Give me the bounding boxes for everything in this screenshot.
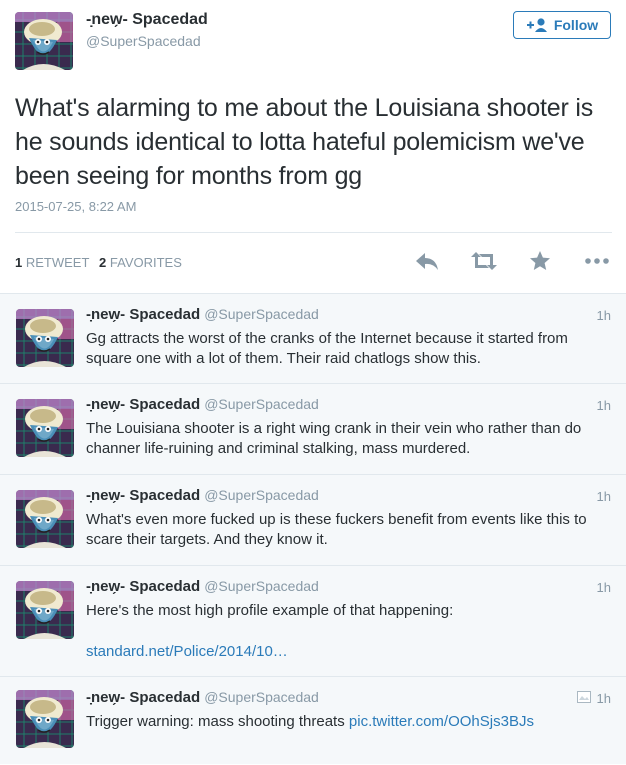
author-handle[interactable]: @SuperSpacedad [86,33,201,49]
follow-label: Follow [553,17,599,33]
main-tweet: -̣new̗- Spacedad @SuperSpacedad Follow W… [0,0,626,293]
reply-tweet[interactable]: -̣new̗- Spacedad @SuperSpacedad 1h Trigge… [0,676,626,765]
reply-time[interactable]: 1h [597,580,611,595]
reply-avatar[interactable] [16,490,74,548]
reply-author-handle: @SuperSpacedad [204,487,319,503]
reply-author-handle: @SuperSpacedad [204,306,319,322]
retweet-icon[interactable] [470,250,498,272]
reply-author[interactable]: -̣new̗- Spacedad @SuperSpacedad [86,396,319,413]
retweet-stat-label: RETWEET [25,255,90,270]
reply-time[interactable]: 1h [597,489,611,504]
tweet-timestamp[interactable]: 2015-07-25, 8:22 AM [15,199,136,214]
reply-author[interactable]: -̣new̗- Spacedad @SuperSpacedad [86,306,319,323]
reply-text: Gg attracts the worst of the cranks of t… [86,330,568,367]
retweet-stat[interactable]: 1 RETWEET [15,255,89,270]
author-name[interactable]: -̣new̗- Spacedad [86,11,208,29]
favorite-stat-label: FAVORITES [109,255,182,270]
reply-author-name: -̣new̗- Spacedad [86,396,201,413]
reply-text: The Louisiana shooter is a right wing cr… [86,420,582,457]
reply-time[interactable]: 1h [597,398,611,413]
reply-author[interactable]: -̣new̗- Spacedad @SuperSpacedad [86,578,319,595]
reply-author[interactable]: -̣new̗- Spacedad @SuperSpacedad [86,487,319,504]
tweet-text: What's alarming to me about the Louisian… [15,94,594,190]
favorite-stat[interactable]: 2 FAVORITES [99,255,182,270]
reply-author-name: -̣new̗- Spacedad [86,306,201,323]
reply-text-line: Trigger warning: mass shooting threats p… [86,712,614,732]
reply-link[interactable]: standard.net/Police/2014/10… [86,642,614,662]
reply-avatar[interactable] [16,309,74,367]
more-icon[interactable] [584,250,612,272]
reply-author-handle: @SuperSpacedad [204,689,319,705]
reply-icon[interactable] [414,250,440,272]
photo-icon [576,691,591,706]
reply-tweet[interactable]: -̣new̗- Spacedad @SuperSpacedad 1h Gg att… [0,293,626,384]
reply-text: What's even more fucked up is these fuck… [86,511,587,548]
reply-author-handle: @SuperSpacedad [204,396,319,412]
reply-text: Trigger warning: mass shooting threats [86,713,349,730]
reply-author-name: -̣new̗- Spacedad [86,689,201,706]
reply-author-name: -̣new̗- Spacedad [86,487,201,504]
favorite-count: 2 [99,255,107,270]
divider [15,232,612,233]
reply-tweet[interactable]: -̣new̗- Spacedad @SuperSpacedad 1h What's… [0,474,626,566]
reply-avatar[interactable] [16,581,74,639]
follow-button[interactable]: Follow [513,11,611,39]
author-avatar[interactable] [15,12,73,70]
tweet-stats: 1 RETWEET 2 FAVORITES [15,255,188,270]
reply-avatar[interactable] [16,399,74,457]
favorite-icon[interactable] [529,250,551,272]
reply-author-handle: @SuperSpacedad [204,578,319,594]
reply-author-name: -̣new̗- Spacedad [86,578,201,595]
reply-text: Here's the most high profile example of … [86,602,454,619]
reply-tweet[interactable]: -̣new̗- Spacedad @SuperSpacedad 1h Here's… [0,565,626,677]
reply-time[interactable]: 1h [597,308,611,323]
reply-time-group[interactable]: 1h [576,691,611,706]
reply-avatar[interactable] [16,690,74,748]
reply-tweet[interactable]: -̣new̗- Spacedad @SuperSpacedad 1h The Lo… [0,383,626,475]
reply-author[interactable]: -̣new̗- Spacedad @SuperSpacedad [86,689,319,706]
reply-thread: -̣new̗- Spacedad @SuperSpacedad 1h Gg att… [0,293,626,764]
follow-user-icon [526,17,548,33]
reply-time: 1h [596,691,611,706]
retweet-count: 1 [15,255,23,270]
reply-link[interactable]: pic.twitter.com/OOhSjs3BJs [349,713,534,730]
